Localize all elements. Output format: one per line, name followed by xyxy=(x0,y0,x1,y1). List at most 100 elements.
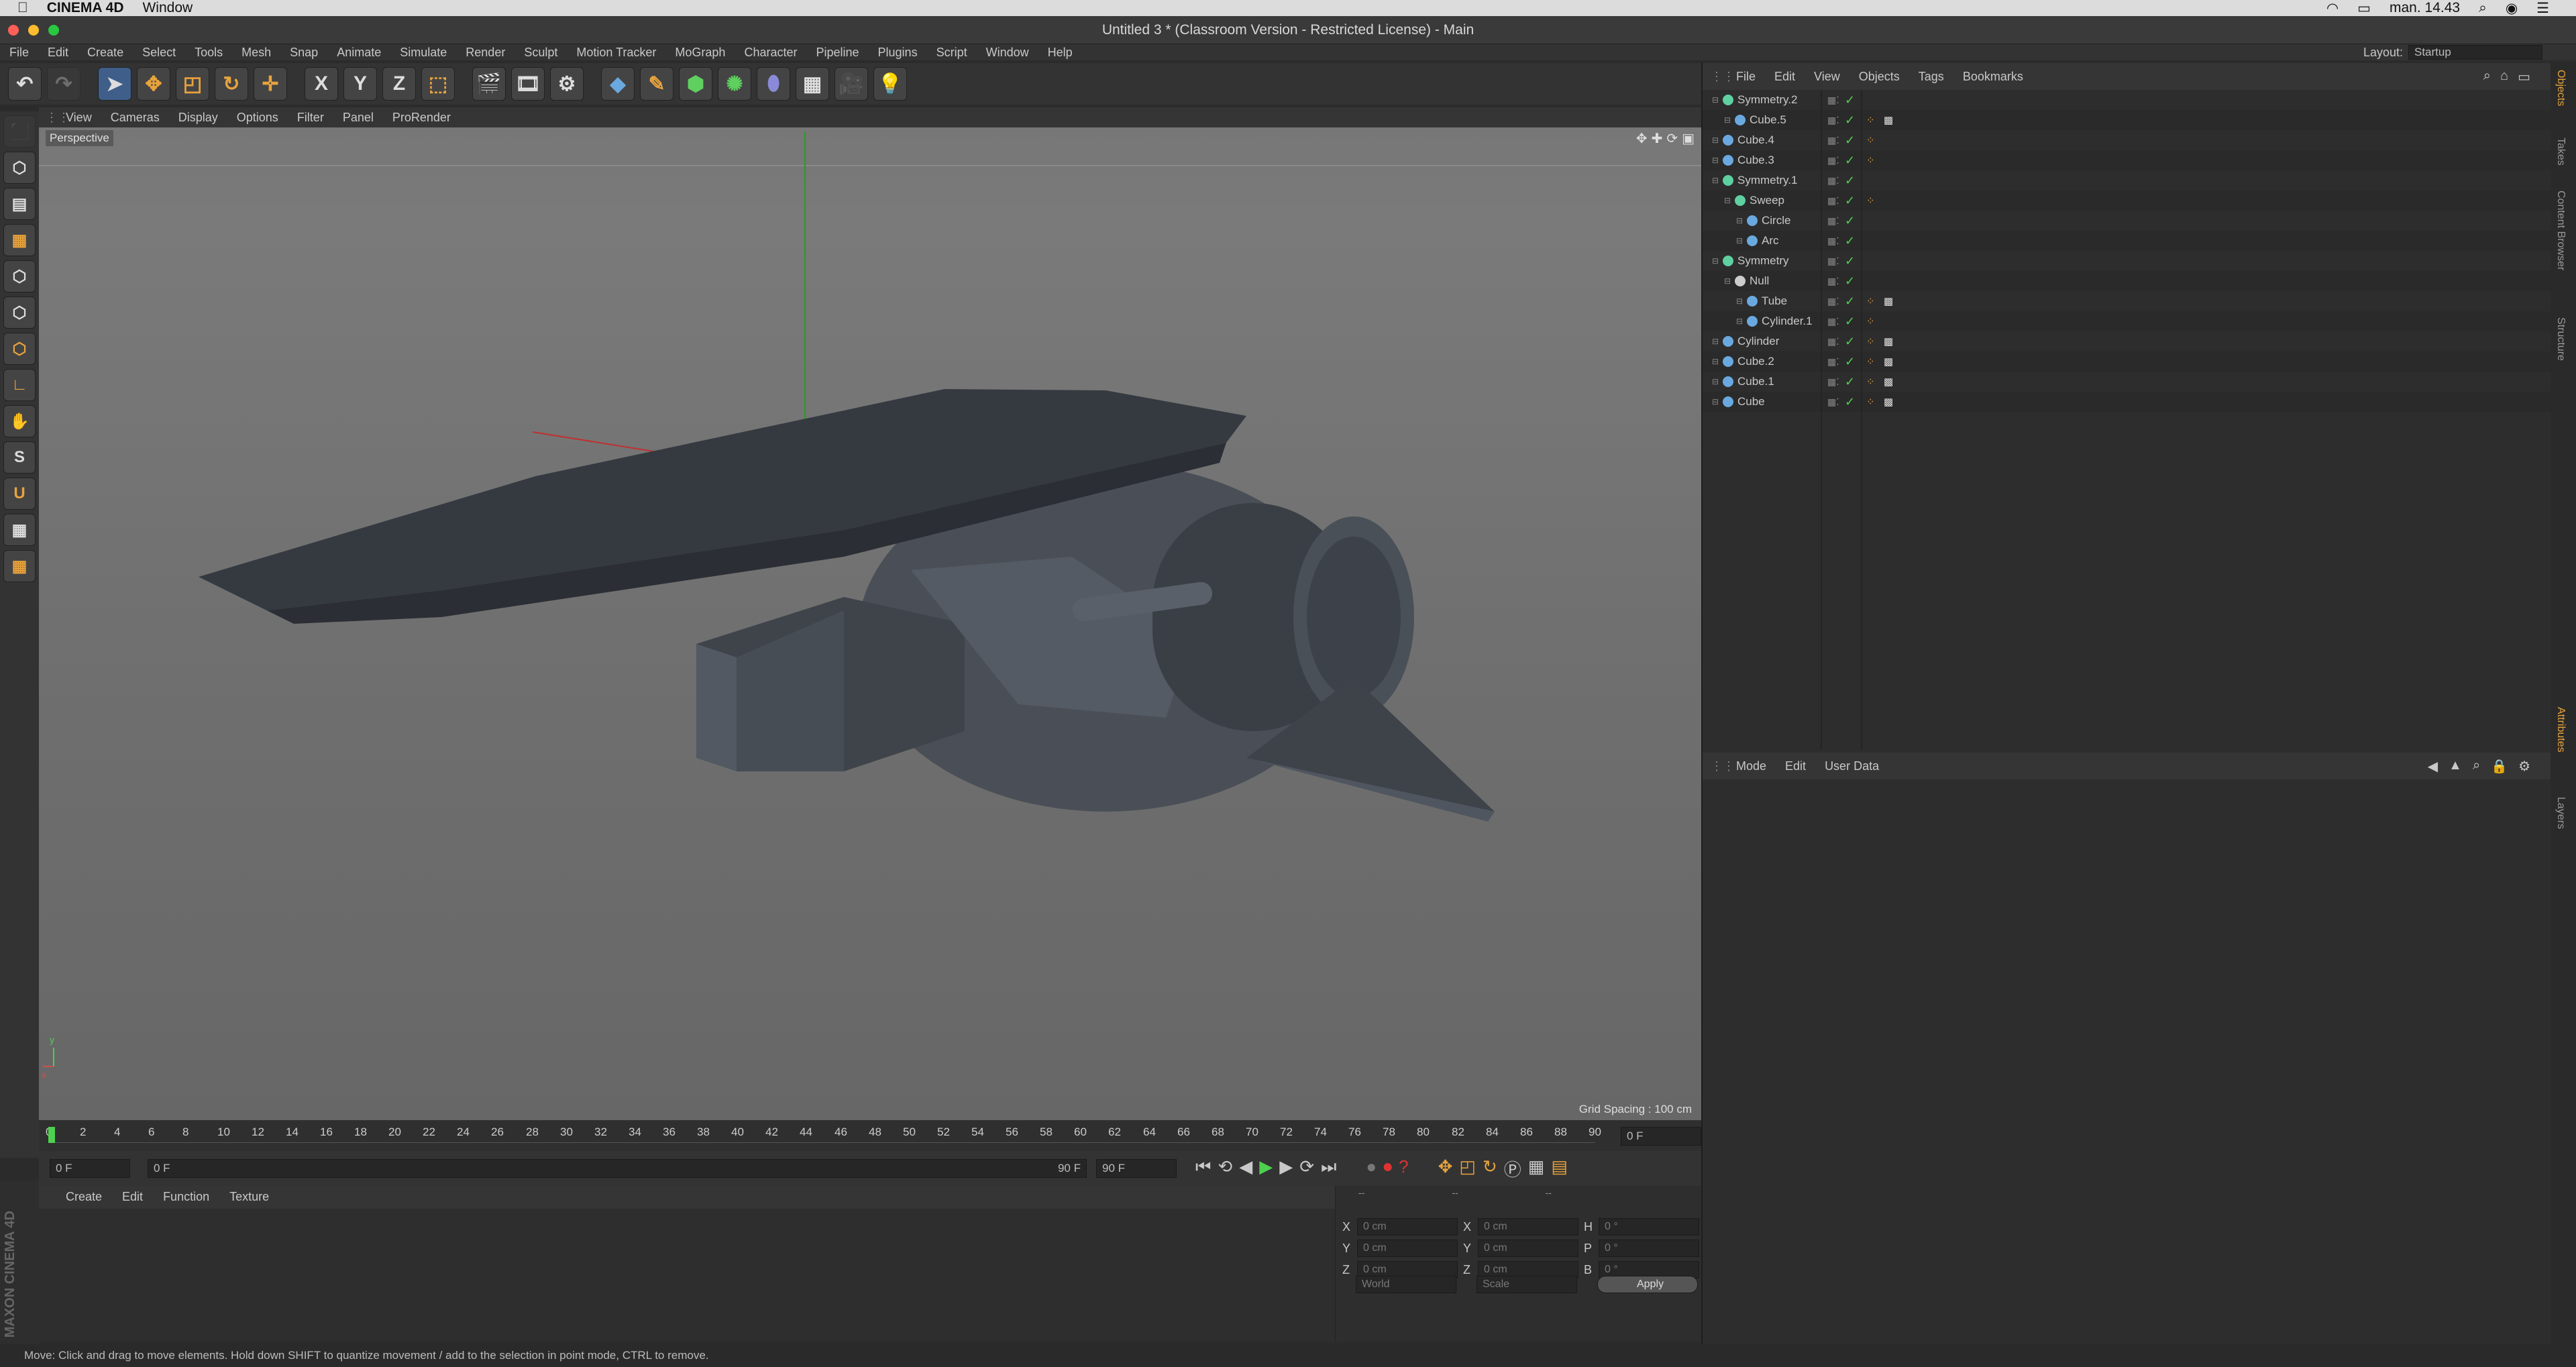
enabled-check-icon[interactable]: ✓ xyxy=(1845,133,1855,148)
subdivision-surface-icon[interactable]: ⬢ xyxy=(679,67,712,101)
tree-expander-icon[interactable]: ⊟ xyxy=(1712,377,1719,386)
material-menu-edit[interactable]: Edit xyxy=(122,1190,143,1209)
enabled-check-icon[interactable]: ✓ xyxy=(1845,254,1855,268)
menu-edit[interactable]: Edit xyxy=(48,46,68,60)
enabled-check-icon[interactable]: ✓ xyxy=(1845,194,1855,208)
phong-tag-icon[interactable]: ⁘ xyxy=(1866,154,1875,166)
object-row[interactable]: ⊟ Null ▦⁚ ✓ xyxy=(1703,271,2552,291)
objects-menu-edit[interactable]: Edit xyxy=(1774,70,1795,84)
phong-tag-icon[interactable]: ⁘ xyxy=(1866,335,1875,347)
object-name[interactable]: Cube.3 xyxy=(1737,154,1774,167)
object-name[interactable]: Symmetry.2 xyxy=(1737,93,1797,107)
object-row[interactable]: ⊟ Cube.3 ▦⁚ ✓ ⁘ xyxy=(1703,150,2552,170)
model-mode-icon[interactable]: ⬡ xyxy=(3,152,36,184)
enabled-check-icon[interactable]: ✓ xyxy=(1845,234,1855,248)
object-list[interactable]: ⊟ Symmetry.2 ▦⁚ ✓ ⊟ Cube.5 ▦⁚ ✓ ⁘ ▩ ⊟ Cube.4 ▦⁚ ✓ ⁘ ⊟ Cu… xyxy=(1703,90,2552,750)
layer-icon[interactable]: ▦⁚ xyxy=(1827,376,1839,388)
object-name[interactable]: Cube.1 xyxy=(1737,375,1774,388)
layer-icon[interactable]: ▦⁚ xyxy=(1827,256,1839,267)
object-name[interactable]: Cylinder.1 xyxy=(1762,315,1813,328)
object-name-cell[interactable]: ⊟ Cube.3 xyxy=(1712,154,1774,167)
workplane-mode-icon[interactable]: ▦ xyxy=(3,224,36,256)
wifi-icon[interactable]: ◠ xyxy=(2326,0,2339,17)
apply-button[interactable]: Apply xyxy=(1597,1276,1698,1293)
object-name-cell[interactable]: ⊟ Cube.2 xyxy=(1712,355,1774,368)
spline-pen-icon[interactable]: ✎ xyxy=(640,67,674,101)
objects-menu-file[interactable]: File xyxy=(1736,70,1756,84)
tree-expander-icon[interactable]: ⊟ xyxy=(1736,236,1743,245)
tree-expander-icon[interactable]: ⊟ xyxy=(1712,135,1719,145)
object-name-cell[interactable]: ⊟ Null xyxy=(1724,274,1769,288)
points-mode-icon[interactable]: ⬡ xyxy=(3,260,36,292)
menu-plugins[interactable]: Plugins xyxy=(878,46,918,60)
menu-mesh[interactable]: Mesh xyxy=(241,46,271,60)
layer-icon[interactable]: ▦⁚ xyxy=(1827,396,1839,408)
object-name[interactable]: Circle xyxy=(1762,214,1790,227)
phong-tag-icon[interactable]: ⁘ xyxy=(1866,195,1875,207)
deformer-icon[interactable]: ⬮ xyxy=(757,67,790,101)
material-tag-icon[interactable]: ▩ xyxy=(1884,335,1893,347)
layer-icon[interactable]: ▦⁚ xyxy=(1827,336,1839,347)
object-name-cell[interactable]: ⊟ Cube.4 xyxy=(1712,133,1774,147)
phong-tag-icon[interactable]: ⁘ xyxy=(1866,295,1875,307)
back-arrow-icon[interactable]: ◀ xyxy=(2428,758,2438,775)
go-to-start-icon[interactable]: ⏮ xyxy=(1195,1156,1211,1181)
object-row[interactable]: ⊟ Cube.1 ▦⁚ ✓ ⁘ ▩ xyxy=(1703,372,2552,392)
undo-icon[interactable]: ↶ xyxy=(8,67,42,101)
enabled-check-icon[interactable]: ✓ xyxy=(1845,174,1855,188)
menu-snap[interactable]: Snap xyxy=(290,46,318,60)
lock-workplane-icon[interactable]: ▦ xyxy=(3,550,36,582)
object-name[interactable]: Arc xyxy=(1762,234,1779,248)
enabled-check-icon[interactable]: ✓ xyxy=(1845,274,1855,288)
camera-icon[interactable]: 🎥 xyxy=(835,67,868,101)
objects-menu-objects[interactable]: Objects xyxy=(1859,70,1900,84)
menu-tools[interactable]: Tools xyxy=(195,46,223,60)
tree-expander-icon[interactable]: ⊟ xyxy=(1712,176,1719,185)
object-row[interactable]: ⊟ Sweep ▦⁚ ✓ ⁘ xyxy=(1703,190,2552,211)
material-tag-icon[interactable]: ▩ xyxy=(1884,396,1893,408)
attr-settings-icon[interactable]: ⚙ xyxy=(2518,758,2530,775)
material-tag-icon[interactable]: ▩ xyxy=(1884,376,1893,388)
menu-pipeline[interactable]: Pipeline xyxy=(816,46,859,60)
object-name-cell[interactable]: ⊟ Cube.1 xyxy=(1712,375,1774,388)
attr-search-icon[interactable]: ⌕ xyxy=(2473,758,2480,775)
current-frame-field[interactable]: 0 F xyxy=(1621,1127,1701,1146)
phong-tag-icon[interactable]: ⁘ xyxy=(1866,376,1875,388)
side-tab-structure[interactable]: Structure xyxy=(2555,317,2567,361)
enabled-check-icon[interactable]: ✓ xyxy=(1845,294,1855,309)
end-frame-field[interactable]: 90 F xyxy=(1096,1159,1177,1178)
enabled-check-icon[interactable]: ✓ xyxy=(1845,154,1855,168)
enabled-check-icon[interactable]: ✓ xyxy=(1845,315,1855,329)
autokey-icon[interactable]: ⏺ xyxy=(1383,1156,1392,1181)
timeline-ruler[interactable]: 0246810121416182022242628303234363840424… xyxy=(46,1126,1601,1143)
layer-icon[interactable]: ▦⁚ xyxy=(1827,175,1839,186)
snap-icon[interactable]: S xyxy=(3,441,36,474)
menu-simulate[interactable]: Simulate xyxy=(400,46,447,60)
enabled-check-icon[interactable]: ✓ xyxy=(1845,113,1855,127)
object-row[interactable]: ⊟ Symmetry.2 ▦⁚ ✓ xyxy=(1703,90,2552,110)
next-frame-icon[interactable]: ▶ xyxy=(1279,1156,1293,1181)
layer-icon[interactable]: ▦⁚ xyxy=(1827,276,1839,287)
object-name-cell[interactable]: ⊟ Cylinder xyxy=(1712,335,1779,348)
mograph-cloner-icon[interactable]: ✺ xyxy=(718,67,751,101)
render-view-icon[interactable]: 🎬 xyxy=(472,67,506,101)
attributes-menu-edit[interactable]: Edit xyxy=(1785,759,1806,773)
object-row[interactable]: ⊟ Cube.5 ▦⁚ ✓ ⁘ ▩ xyxy=(1703,110,2552,130)
light-icon[interactable]: 💡 xyxy=(873,67,907,101)
tree-expander-icon[interactable]: ⊟ xyxy=(1712,337,1719,346)
size-field[interactable]: 0 cm xyxy=(1478,1218,1578,1236)
scale-tool-icon[interactable]: ◰ xyxy=(176,67,209,101)
viewport-menu-display[interactable]: Display xyxy=(178,111,218,125)
spotlight-icon[interactable]: ⌕ xyxy=(2479,0,2487,16)
object-name[interactable]: Sweep xyxy=(1750,194,1784,207)
menu-character[interactable]: Character xyxy=(744,46,797,60)
move-tool-icon[interactable]: ✥ xyxy=(137,67,170,101)
layout-select[interactable]: Startup xyxy=(2408,45,2542,60)
z-axis-lock-button[interactable]: Z xyxy=(382,67,416,101)
size-field[interactable]: 0 cm xyxy=(1478,1240,1578,1257)
objects-menu-tags[interactable]: Tags xyxy=(1919,70,1944,84)
magnet-icon[interactable]: U xyxy=(3,478,36,510)
material-menu-function[interactable]: Function xyxy=(163,1190,209,1209)
scale-key-icon[interactable]: ◰ xyxy=(1459,1156,1476,1181)
object-name[interactable]: Cube.4 xyxy=(1737,133,1774,147)
